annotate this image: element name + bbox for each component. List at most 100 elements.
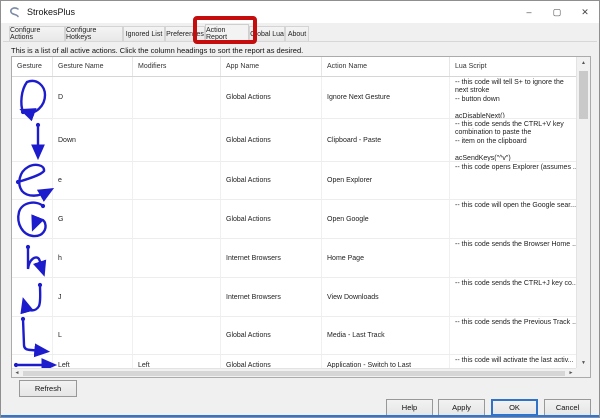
column-header-gesture-name[interactable]: Gesture Name	[53, 57, 133, 76]
column-header-lua-script[interactable]: Lua Script	[450, 57, 577, 76]
cell-modifiers	[133, 317, 221, 354]
cell-gesture-name: h	[53, 239, 133, 277]
cell-modifiers	[133, 278, 221, 316]
cell-lua-script: -- this code opens Explorer (assumes ...	[455, 164, 576, 171]
cell-gesture	[12, 162, 55, 202]
annotation-red-box	[193, 16, 257, 44]
maximize-button[interactable]: ▢	[543, 1, 571, 23]
cell-gesture	[12, 355, 58, 368]
cell-modifiers	[133, 77, 221, 118]
cell-action-name: Home Page	[322, 239, 450, 277]
cell-app-name: Global Actions	[221, 317, 322, 354]
gesture-drawing-left	[13, 358, 58, 368]
cell-modifiers	[133, 119, 221, 161]
cell-app-name: Global Actions	[221, 119, 322, 161]
horizontal-scrollbar[interactable]: ◄ ►	[12, 368, 576, 377]
tab-about[interactable]: About	[285, 26, 309, 41]
table-header-row: Gesture Gesture Name Modifiers App Name Acti…	[12, 57, 576, 77]
column-header-modifiers[interactable]: Modifiers	[133, 57, 221, 76]
vertical-scrollbar[interactable]: ▲ ▼	[576, 57, 590, 369]
cell-gesture-name: J	[53, 278, 133, 316]
cell-app-name: Internet Browsers	[221, 239, 322, 277]
cell-gesture-name: L	[53, 317, 133, 354]
table-row[interactable]: Left Left Global Actions Application - Swit…	[12, 355, 576, 368]
apply-button[interactable]: Apply	[438, 399, 485, 416]
cell-gesture-name: Down	[53, 119, 133, 161]
gesture-drawing-j	[20, 282, 43, 315]
scroll-right-icon[interactable]: ►	[566, 370, 576, 376]
cell-action-name: Open Explorer	[322, 162, 450, 199]
cell-lua-script: -- this code sends the CTRL+V key combin…	[455, 121, 564, 161]
column-header-app-name[interactable]: App Name	[221, 57, 322, 76]
cell-app-name: Global Actions	[221, 162, 322, 199]
cell-app-name: Internet Browsers	[221, 278, 322, 316]
table-row[interactable]: Down Global Actions Clipboard - Paste -- th…	[12, 119, 576, 162]
table-row[interactable]: G Global Actions Open Google -- this code w…	[12, 200, 576, 239]
cell-app-name: Global Actions	[221, 200, 322, 238]
cell-lua-script: -- this code will open the Google sear..…	[455, 202, 576, 209]
cell-lua-script: -- this code sends the Browser Home ...	[455, 241, 576, 248]
cell-modifiers	[133, 162, 221, 199]
cell-gesture-name: G	[53, 200, 133, 238]
scroll-left-icon[interactable]: ◄	[12, 370, 22, 376]
table-row[interactable]: L Global Actions Media - Last Track -- this…	[12, 316, 576, 357]
cell-modifiers	[133, 200, 221, 238]
tab-configure-actions[interactable]: Configure Actions	[9, 26, 65, 41]
table-row[interactable]: h Internet Browsers Home Page -- this code …	[12, 239, 576, 278]
cell-action-name: Clipboard - Paste	[322, 119, 450, 161]
scroll-up-icon[interactable]: ▲	[577, 57, 590, 69]
cell-action-name: View Downloads	[322, 278, 450, 316]
vertical-scrollbar-thumb[interactable]	[579, 71, 588, 119]
cell-lua-script: -- this code will activate the last acti…	[455, 357, 574, 364]
cell-action-name: Application - Switch to Last	[322, 355, 450, 368]
tab-bar: Configure Actions Configure Hotkeys Ignore…	[1, 16, 599, 44]
column-header-gesture[interactable]: Gesture	[12, 57, 53, 76]
cell-lua-script: -- this code sends the CTRL+J key co...	[455, 280, 576, 287]
cell-gesture	[12, 278, 53, 316]
cell-lua-script: -- this code sends the Previous Track ..…	[455, 319, 576, 326]
cell-modifiers: Left	[133, 355, 221, 368]
cell-action-name: Ignore Next Gesture	[322, 77, 450, 118]
table-row[interactable]: D Global Actions Ignore Next Gesture -- thi…	[12, 77, 576, 121]
cell-action-name: Open Google	[322, 200, 450, 238]
cell-app-name: Global Actions	[221, 77, 322, 118]
close-button[interactable]: ✕	[571, 1, 599, 23]
gesture-drawing-down	[31, 122, 45, 161]
gesture-drawing-l	[20, 316, 51, 357]
gesture-drawing-h	[25, 244, 47, 277]
column-header-action-name[interactable]: Action Name	[322, 57, 450, 76]
cell-gesture	[12, 200, 53, 238]
cell-modifiers	[133, 239, 221, 277]
tab-ignored-list[interactable]: Ignored List	[123, 26, 165, 41]
cell-gesture-name: e	[53, 162, 133, 199]
horizontal-scrollbar-thumb[interactable]	[23, 370, 565, 376]
report-table: Gesture Gesture Name Modifiers App Name Acti…	[11, 56, 591, 378]
window-title: StrokesPlus	[27, 7, 76, 17]
refresh-button[interactable]: Refresh	[19, 380, 77, 397]
cell-gesture	[12, 316, 53, 357]
gesture-drawing-g	[17, 201, 47, 238]
cell-gesture-name: Left	[53, 355, 133, 368]
tab-configure-hotkeys[interactable]: Configure Hotkeys	[65, 26, 123, 41]
ok-button[interactable]: OK	[491, 399, 538, 416]
table-body: D Global Actions Ignore Next Gesture -- thi…	[12, 77, 576, 368]
gesture-drawing-d	[19, 79, 47, 121]
gesture-drawing-e	[15, 163, 55, 202]
cell-gesture	[12, 239, 53, 277]
window-bottom-accent	[1, 415, 599, 417]
strokesplus-window: StrokesPlus – ▢ ✕ Configure Actions Confi…	[0, 0, 600, 418]
titlebar: StrokesPlus – ▢ ✕	[1, 1, 599, 23]
minimize-button[interactable]: –	[515, 1, 543, 23]
scrollbar-corner	[576, 368, 590, 377]
table-row[interactable]: J Internet Browsers View Downloads -- this …	[12, 278, 576, 317]
cell-gesture	[12, 119, 53, 161]
cancel-button[interactable]: Cancel	[544, 399, 591, 416]
cell-gesture	[12, 77, 53, 121]
table-row[interactable]: e Global Actions Open Explorer -- this code…	[12, 162, 576, 202]
cell-action-name: Media - Last Track	[322, 317, 450, 354]
page-description: This is a list of all active actions. Cl…	[11, 46, 304, 55]
cell-lua-script: -- this code will tell S+ to ignore the …	[455, 79, 564, 118]
help-button[interactable]: Help	[386, 399, 433, 416]
cell-app-name: Global Actions	[221, 355, 322, 368]
cell-gesture-name: D	[53, 77, 133, 118]
